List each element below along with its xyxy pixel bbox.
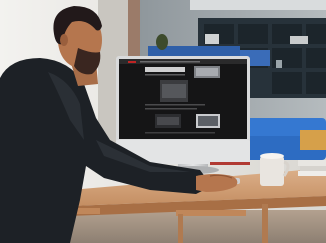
book-stack	[298, 160, 326, 176]
sofa	[238, 118, 326, 160]
office-photo	[0, 0, 326, 243]
coffee-mug	[260, 153, 290, 186]
